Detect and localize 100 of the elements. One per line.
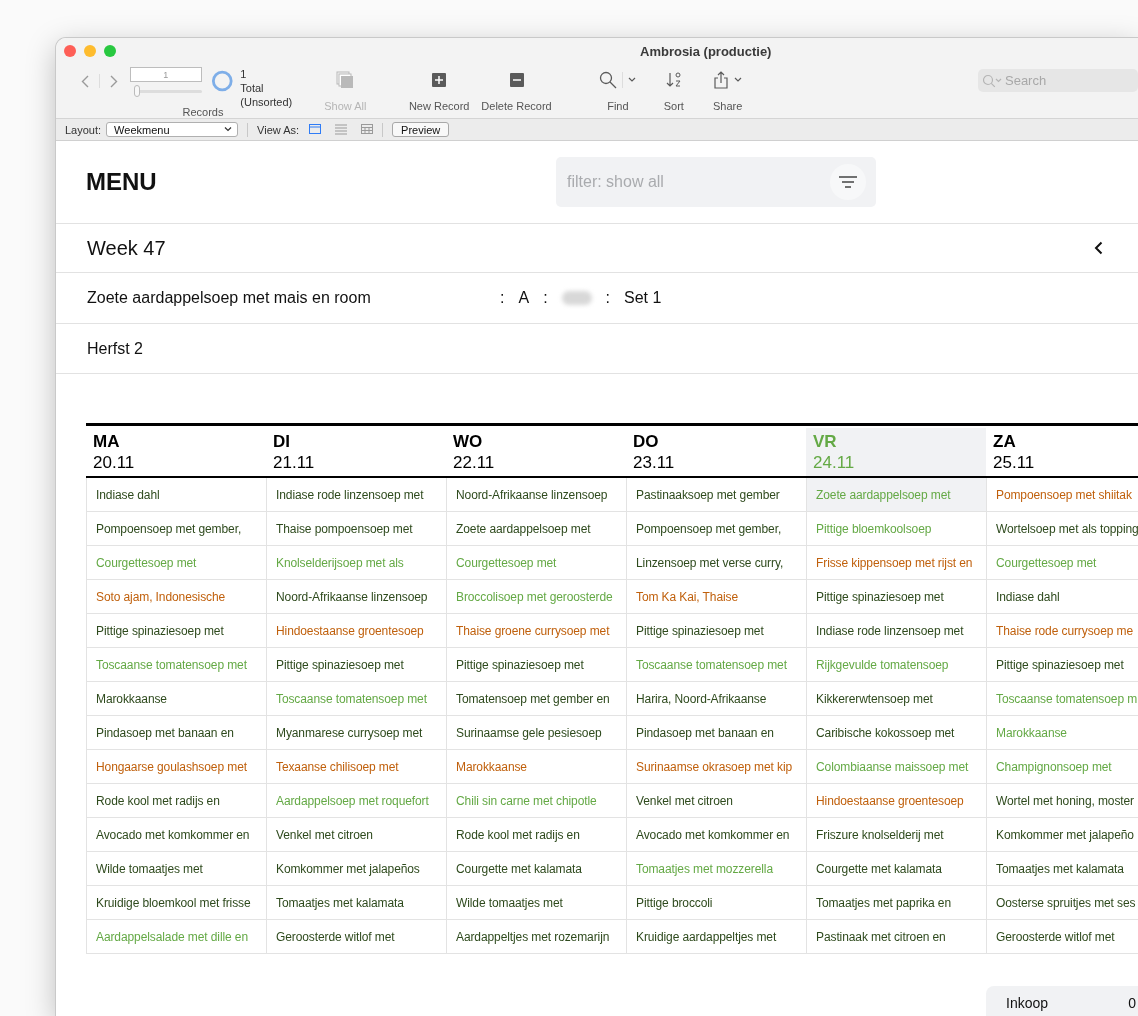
field-value: A (518, 289, 530, 307)
toolbar-button[interactable]: Sort (655, 62, 693, 112)
dish-cell: Indiase dahl (986, 580, 1138, 614)
chevron-left-icon[interactable] (1094, 241, 1103, 255)
dish-cell: Frisse kippensoep met rijst en (806, 546, 986, 580)
day-header[interactable]: ZA 25.11 (986, 428, 1138, 478)
dish-cell: Colombiaanse maissoep met (806, 750, 986, 784)
separator-colon: : (605, 289, 611, 307)
dish-cell: Noord-Afrikaanse linzensoep (446, 478, 626, 512)
dish-cell: Hongaarse goulashsoep met (86, 750, 266, 784)
dish-cell: Toscaanse tomatensoep met (266, 682, 446, 716)
day-date: 23.11 (633, 452, 676, 474)
dish-cell: Indiase dahl (86, 478, 266, 512)
zoom-button[interactable] (104, 45, 116, 57)
summary-value: 0 (1128, 995, 1136, 1013)
dish-cell: Wortelsoep met als topping (986, 512, 1138, 546)
day-name: MA (93, 432, 121, 452)
dish-cell: Pompoensoep met gember, (86, 512, 266, 546)
dish-cell: Pittige spinaziesoep met (986, 648, 1138, 682)
dish-cell: Tomaatjes met paprika en (806, 886, 986, 920)
dish-cell: Rode kool met radijs en (446, 818, 626, 852)
share-icon (713, 71, 728, 89)
dish-cell: Pittige spinaziesoep met (806, 580, 986, 614)
close-button[interactable] (64, 45, 76, 57)
dish-cell: Marokkaanse (86, 682, 266, 716)
filter-field[interactable]: filter: show all (556, 157, 876, 207)
toolbar-button[interactable]: Delete Record (477, 62, 556, 112)
dish-cell: Komkommer met jalapeños (266, 852, 446, 886)
stacked-pages-icon (335, 70, 356, 90)
dish-cell: Surinaamse okrasoep met kip (626, 750, 806, 784)
dish-cell: Courgette met kalamata (446, 852, 626, 886)
record-slider[interactable] (133, 85, 202, 97)
dish-cell: Caribische kokossoep met (806, 716, 986, 750)
dish-cell: Surinaamse gele pesiesoep (446, 716, 626, 750)
dish-cell: Courgette met kalamata (806, 852, 986, 886)
day-date: 21.11 (273, 452, 316, 474)
dish-cell: Broccolisoep met geroosterde (446, 580, 626, 614)
day-date: 22.11 (453, 452, 496, 474)
dish-cell: Zoete aardappelsoep met (446, 512, 626, 546)
page-title: MENU (86, 168, 158, 196)
dish-cell: Marokkaanse (446, 750, 626, 784)
season-label: Herfst 2 (87, 339, 143, 358)
dish-cell: Knolselderijsoep met als (266, 546, 446, 580)
dish-cell: Thaise pompoensoep met (266, 512, 446, 546)
view-list-icon[interactable] (335, 124, 348, 135)
day-date: 20.11 (93, 452, 136, 474)
preview-button[interactable]: Preview (392, 122, 450, 137)
day-header[interactable]: DI 21.11 (266, 428, 446, 478)
dish-cell: Thaise groene currysoep met (446, 614, 626, 648)
dish-cell: Kruidige bloemkool met frisse (86, 886, 266, 920)
dish-cell: Avocado met komkommer en (86, 818, 266, 852)
dish-cell: Hindoestaanse groentesoep (806, 784, 986, 818)
dish-cell: Aardappelsalade met dille en (86, 920, 266, 954)
separator-colon: : (543, 289, 548, 307)
minimize-button[interactable] (84, 45, 96, 57)
dish-cell: Zoete aardappelsoep met (806, 478, 986, 512)
day-date: 24.11 (813, 452, 856, 474)
dish-cell: Courgettesoep met (986, 546, 1138, 580)
dish-cell: Linzensoep met verse curry, (626, 546, 806, 580)
dish-cell: Courgettesoep met (446, 546, 626, 580)
view-form-icon[interactable] (309, 124, 322, 135)
chevron-down-icon (224, 127, 233, 132)
dish-cell: Geroosterde witlof met (266, 920, 446, 954)
search-field[interactable]: Search (978, 69, 1138, 92)
dish-cell: Aardappeltjes met rozemarijn (446, 920, 626, 954)
layout-dropdown[interactable]: Weekmenu (106, 122, 239, 137)
dish-cell: Champignonsoep met (986, 750, 1138, 784)
chevron-right-icon[interactable] (110, 74, 118, 88)
dish-cell: Pindasoep met banaan en (626, 716, 806, 750)
dish-cell: Chili sin carne met chipotle (446, 784, 626, 818)
week-label: Week 47 (87, 236, 166, 260)
day-name: WO (453, 432, 484, 452)
window-title: Ambrosia (productie) (640, 44, 772, 59)
dish-cell: Pompoensoep met gember, (626, 512, 806, 546)
dish-cell: Oosterse spruitjes met ses (986, 886, 1138, 920)
dish-cell: Marokkaanse (986, 716, 1138, 750)
dish-cell: Venkel met citroen (266, 818, 446, 852)
dish-cell: Geroosterde witlof met (986, 920, 1138, 954)
day-header[interactable]: MA 20.11 (86, 428, 266, 478)
day-header[interactable]: WO 22.11 (446, 428, 626, 478)
view-table-icon[interactable] (361, 124, 374, 135)
view-as-label: View As: (257, 123, 300, 136)
toolbar-button[interactable]: Share (704, 62, 751, 112)
toolbar-button[interactable]: New Record (401, 62, 477, 112)
dish-cell: Friszure knolselderij met (806, 818, 986, 852)
dish-cell: Tomaatjes met mozzerella (626, 852, 806, 886)
plus-square-icon (432, 73, 447, 87)
dish-cell: Pittige spinaziesoep met (626, 614, 806, 648)
dish-cell: Rode kool met radijs en (86, 784, 266, 818)
toolbar-button[interactable]: Find (594, 62, 642, 112)
chevron-down-icon (628, 77, 637, 83)
dish-cell: Tomatensoep met gember en (446, 682, 626, 716)
dish-name: Zoete aardappelsoep met mais en room (87, 289, 372, 307)
day-name: DI (273, 432, 291, 452)
dish-cell: Kikkererwtensoep met (806, 682, 986, 716)
dish-cell: Aardappelsoep met roquefort (266, 784, 446, 818)
day-name: ZA (993, 432, 1017, 452)
dish-cell: Komkommer met jalapeño (986, 818, 1138, 852)
dish-cell: Pastinaak met citroen en (806, 920, 986, 954)
dish-cell: Toscaanse tomatensoep met (626, 648, 806, 682)
